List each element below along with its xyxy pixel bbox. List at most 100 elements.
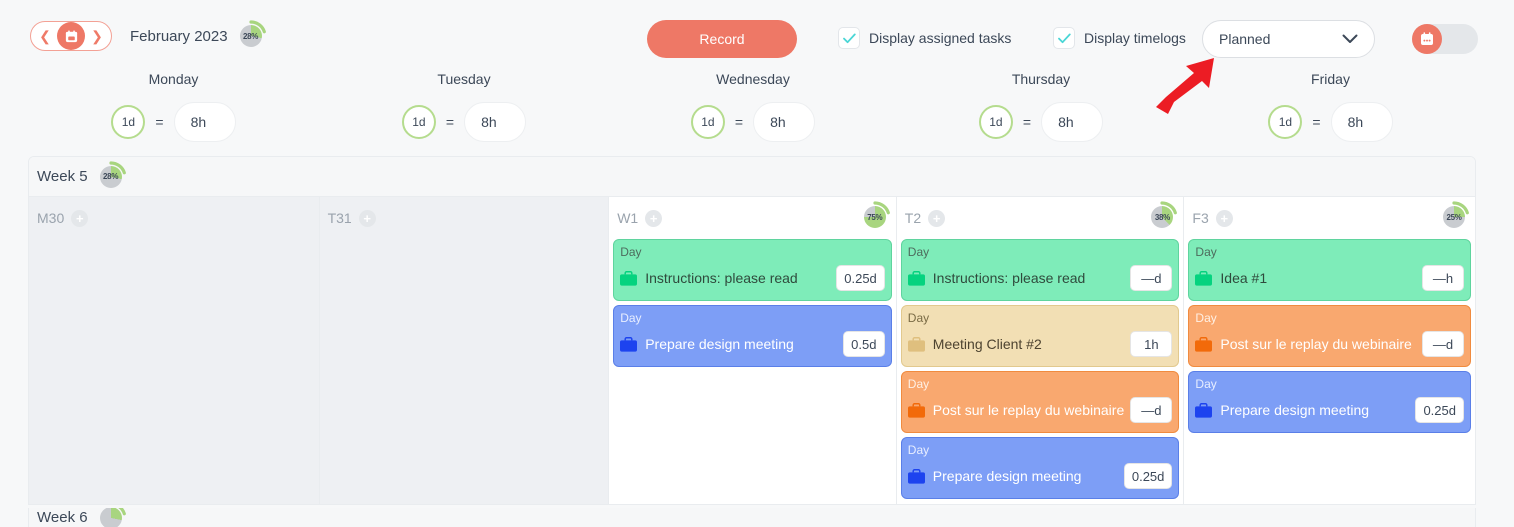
card-amount-input[interactable]: 0.25d (836, 265, 885, 291)
day-header-monday: Monday 1d = 8h (28, 72, 319, 142)
timelog-card[interactable]: Day Meeting Client #2 1h (900, 305, 1180, 367)
day-column-f3[interactable]: F3 +25% Day Idea #1 —h Day Post sur le replay … (1184, 197, 1475, 504)
day-column-code: T31 (327, 210, 352, 226)
day-column-code: W1 (617, 210, 639, 226)
card-amount-input[interactable]: —d (1422, 331, 1464, 357)
day-column-m30[interactable]: M30 + (29, 197, 320, 504)
record-button[interactable]: Record (647, 20, 797, 58)
calendar-icon[interactable] (57, 22, 85, 50)
day-column-code: F3 (1192, 210, 1209, 226)
day-column-w1[interactable]: W1 +75% Day Instructions: please read 0.25d D… (609, 197, 897, 504)
day-progress-value: 38% (1154, 212, 1170, 222)
day-headers: Monday 1d = 8h Tuesday 1d = 8h Wednesday… (0, 72, 1514, 152)
period-label: February 2023 (130, 27, 228, 45)
week-label: Week 6 (37, 509, 88, 526)
day-unit-badge[interactable]: 1d (111, 105, 146, 139)
briefcase-icon (1195, 336, 1213, 352)
card-amount-input[interactable]: 1h (1130, 331, 1173, 357)
progress-pie (99, 508, 122, 527)
card-title: Post sur le replay du webinaire (932, 402, 1125, 418)
day-name: Monday (148, 71, 199, 87)
day-column-header: F3 +25% (1184, 197, 1475, 239)
day-name: Friday (1311, 71, 1350, 87)
briefcase-icon (1195, 270, 1213, 286)
period-progress-donut: 28% (238, 20, 266, 49)
timelog-card[interactable]: Day Instructions: please read 0.25d (613, 239, 892, 301)
card-kind: Day (620, 311, 642, 325)
day-unit-badge[interactable]: 1d (690, 105, 725, 139)
day-header-tuesday: Tuesday 1d = 8h (319, 72, 609, 142)
briefcase-icon (907, 468, 925, 484)
planning-mode-select[interactable]: Planned (1202, 20, 1375, 58)
day-unit-badge[interactable]: 1d (978, 105, 1013, 139)
equals-sign: = (1022, 114, 1032, 130)
checkbox-box[interactable] (838, 27, 860, 49)
card-title: Post sur le replay du webinaire (1220, 336, 1412, 352)
day-capacity-ratio: 1d = 8h (319, 102, 609, 142)
calendar-view-toggle[interactable] (1412, 24, 1478, 54)
day-progress-value: 75% (867, 212, 883, 222)
period-navigator[interactable]: ❮ ❯ (30, 21, 112, 51)
card-title: Prepare design meeting (645, 336, 794, 352)
card-amount-input[interactable]: 0.5d (842, 331, 885, 357)
day-hours-input[interactable]: 8h (464, 102, 527, 142)
card-amount-input[interactable]: —d (1130, 265, 1173, 291)
planning-mode-value: Planned (1219, 31, 1271, 47)
week-progress-value: 28% (103, 172, 119, 181)
day-column-header: M30 + (29, 197, 319, 239)
day-hours-input[interactable]: 8h (753, 102, 816, 142)
calendar-glyph (65, 29, 77, 42)
day-hours-input[interactable]: 8h (173, 102, 236, 142)
timelog-card[interactable]: Day Post sur le replay du webinaire —d (1188, 305, 1471, 367)
chevron-down-icon[interactable] (1342, 34, 1358, 44)
card-amount-input[interactable]: —h (1422, 265, 1464, 291)
day-column-code: T2 (904, 210, 922, 226)
day-header-wednesday: Wednesday 1d = 8h (609, 72, 897, 142)
plus-icon[interactable]: + (358, 209, 376, 227)
card-kind: Day (1195, 311, 1217, 325)
timesheet-grid: Week 5 28% M30 + T31 + W1 +75% Day Instructions… (28, 156, 1476, 505)
card-title: Prepare design meeting (1220, 402, 1370, 418)
checkbox-box[interactable] (1053, 27, 1075, 49)
week-row-header: Week 5 28% (29, 157, 1475, 197)
timelog-card[interactable]: Day Post sur le replay du webinaire —d (900, 371, 1180, 433)
timelog-card[interactable]: Day Prepare design meeting 0.25d (900, 437, 1180, 499)
day-unit-badge[interactable]: 1d (1268, 105, 1303, 139)
card-title: Instructions: please read (645, 270, 798, 286)
display-assigned-tasks-checkbox[interactable]: Display assigned tasks (838, 27, 1011, 49)
day-unit-badge[interactable]: 1d (401, 105, 436, 139)
day-name: Thursday (1011, 71, 1071, 87)
day-column-header: T31 + (320, 197, 609, 239)
day-column-t2[interactable]: T2 +38% Day Instructions: please read —d Day M… (896, 197, 1185, 504)
day-name: Tuesday (437, 71, 491, 87)
card-amount-input[interactable]: 0.25d (1415, 397, 1464, 423)
day-capacity-ratio: 1d = 8h (1185, 102, 1476, 142)
plus-icon[interactable]: + (71, 209, 89, 227)
timelog-card[interactable]: Day Idea #1 —h (1188, 239, 1471, 301)
equals-sign: = (1312, 114, 1321, 130)
plus-icon[interactable]: + (645, 209, 663, 227)
timelog-card[interactable]: Day Instructions: please read —d (900, 239, 1180, 301)
card-amount-input[interactable]: —d (1130, 397, 1173, 423)
chevron-right-icon[interactable]: ❯ (89, 29, 105, 43)
day-column-code: M30 (37, 210, 65, 226)
timelog-card[interactable]: Day Prepare design meeting 0.25d (1188, 371, 1471, 433)
equals-sign: = (734, 114, 744, 130)
check-icon (842, 33, 856, 43)
plus-icon[interactable]: + (928, 209, 946, 227)
toggle-knob[interactable] (1412, 24, 1442, 54)
display-timelogs-checkbox[interactable]: Display timelogs (1053, 27, 1186, 49)
day-hours-input[interactable]: 8h (1330, 102, 1393, 142)
day-column-t31[interactable]: T31 + (319, 197, 610, 504)
card-kind: Day (1195, 245, 1217, 259)
chevron-left-icon[interactable]: ❮ (37, 29, 53, 43)
card-kind: Day (620, 245, 642, 259)
briefcase-icon (907, 270, 925, 286)
check-icon (1057, 33, 1071, 43)
day-column-header: W1 +75% (609, 197, 896, 239)
timelog-card[interactable]: Day Prepare design meeting 0.5d (613, 305, 892, 367)
card-amount-input[interactable]: 0.25d (1123, 463, 1173, 489)
card-title: Prepare design meeting (932, 468, 1082, 484)
plus-icon[interactable]: + (1215, 209, 1233, 227)
day-hours-input[interactable]: 8h (1041, 102, 1104, 142)
